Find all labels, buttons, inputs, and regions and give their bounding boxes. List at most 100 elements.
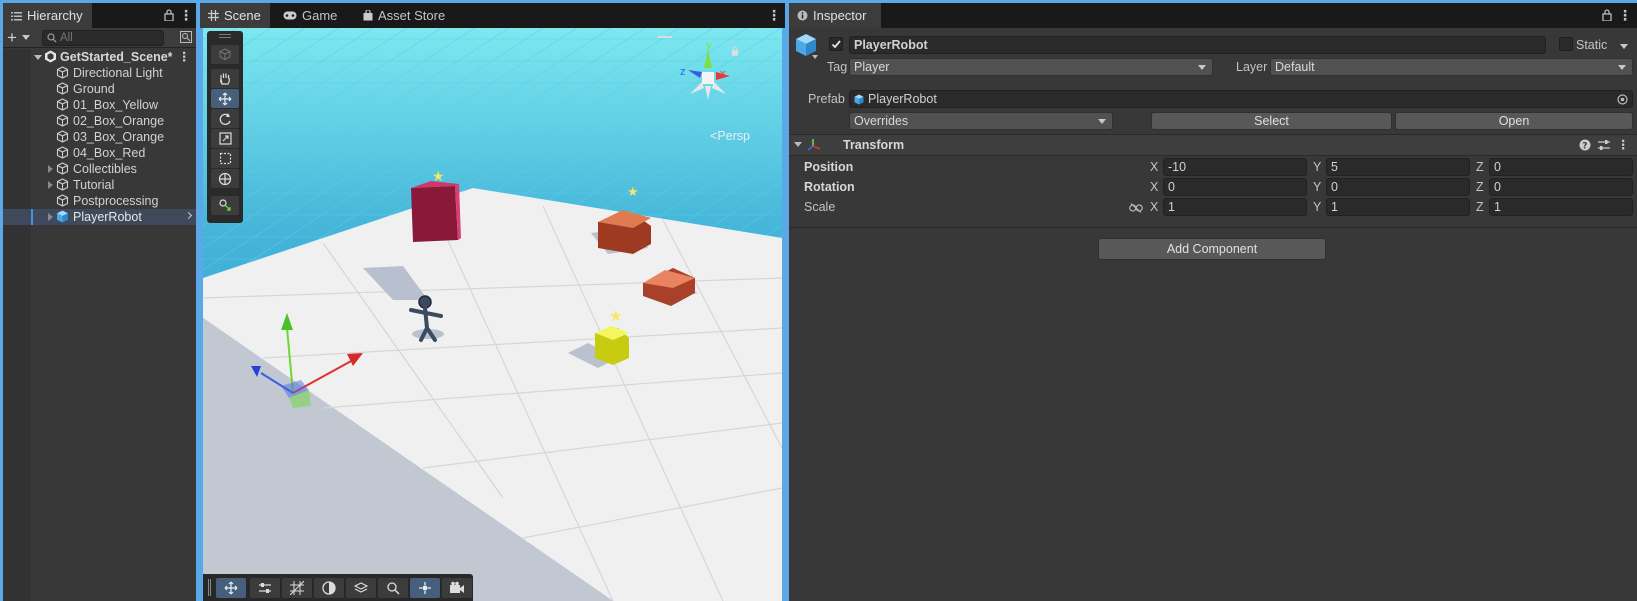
rect-tool-button[interactable] [211, 149, 239, 168]
move-arrows-icon [224, 581, 238, 595]
search-filter-icon[interactable] [180, 31, 192, 43]
inspector-menu-icon[interactable]: ⋮ [1618, 8, 1632, 22]
overrides-dropdown[interactable]: Overrides [849, 112, 1113, 130]
list-item[interactable]: Ground [3, 81, 196, 97]
add-icon[interactable]: + [7, 29, 17, 46]
tab-scene[interactable]: Scene [200, 3, 270, 28]
list-item[interactable]: 02_Box_Orange [3, 113, 196, 129]
orientation-gizmo[interactable]: y x z [658, 32, 758, 112]
scale-z-input[interactable]: 1 [1489, 198, 1633, 216]
scale-x-axis: X [1150, 200, 1159, 214]
tab-hierarchy-label: Hierarchy [27, 8, 83, 23]
preset-sliders-icon[interactable] [1597, 138, 1611, 152]
rotation-z-axis: Z [1476, 180, 1484, 194]
position-x-axis: X [1150, 160, 1159, 174]
constrain-proportions-link-icon[interactable] [1129, 203, 1143, 213]
prefab-value: PlayerRobot [868, 92, 937, 106]
transform-tool-button[interactable] [211, 169, 239, 188]
hand-tool-button[interactable] [211, 69, 239, 88]
red-box[interactable] [411, 186, 458, 242]
position-x-input[interactable]: -10 [1163, 158, 1307, 176]
list-item[interactable]: Tutorial [3, 177, 196, 193]
move-snap-button[interactable] [216, 578, 246, 598]
position-z-input[interactable]: 0 [1489, 158, 1633, 176]
list-item[interactable]: Collectibles [3, 161, 196, 177]
list-item[interactable]: 04_Box_Red [3, 145, 196, 161]
scene-menu-icon[interactable]: ⋮ [178, 49, 191, 64]
rotate-tool-button[interactable] [211, 109, 239, 128]
zoom-button[interactable] [378, 578, 408, 598]
lock-icon[interactable] [164, 9, 174, 21]
list-item[interactable]: Directional Light [3, 65, 196, 81]
list-item[interactable]: Postprocessing [3, 193, 196, 209]
expand-arrow-icon[interactable] [48, 165, 53, 173]
prefab-label: Prefab [808, 92, 845, 106]
move-tool-button[interactable] [211, 89, 239, 108]
list-icon [11, 11, 22, 20]
scene-tabbar: Scene Game Asset Store ⋮ [200, 3, 785, 28]
static-dropdown-chevron-icon[interactable] [1620, 44, 1628, 49]
list-item-selected[interactable]: PlayerRobot [3, 209, 196, 225]
prefab-asset-field[interactable]: PlayerRobot [849, 90, 1633, 108]
scale-tool-button[interactable] [211, 129, 239, 148]
component-menu-icon[interactable]: ⋮ [1617, 137, 1630, 152]
rotation-x-input[interactable]: 0 [1163, 178, 1307, 196]
scene-viewport[interactable]: ★ ★ ★ y x z <Persp [203, 28, 782, 601]
tab-asset-store[interactable]: Asset Store [355, 3, 453, 28]
gameobject-cube-icon [56, 98, 69, 111]
open-prefab-button[interactable]: Open [1395, 112, 1633, 130]
layer-dropdown[interactable]: Default [1270, 58, 1633, 76]
lock-icon[interactable] [1602, 9, 1612, 21]
transform-component-header[interactable]: Transform ? ⋮ [789, 134, 1637, 156]
expand-arrow-icon[interactable] [34, 55, 42, 60]
drag-handle-icon[interactable] [208, 579, 211, 596]
scale-x-input[interactable]: 1 [1163, 198, 1307, 216]
icon-dropdown-chevron-icon[interactable] [812, 55, 818, 59]
help-icon[interactable]: ? [1579, 139, 1591, 151]
static-checkbox[interactable] [1559, 37, 1573, 51]
hierarchy-menu-icon[interactable]: ⋮ [179, 8, 193, 22]
chevron-down-icon [1198, 65, 1206, 70]
list-item-label: 02_Box_Orange [73, 114, 165, 128]
scale-y-input[interactable]: 1 [1326, 198, 1470, 216]
expand-arrow-icon[interactable] [48, 181, 53, 189]
snap-settings-button[interactable] [250, 578, 280, 598]
pivot-icon [419, 582, 431, 594]
object-name-input[interactable]: PlayerRobot [849, 36, 1546, 54]
scene-camera-button[interactable] [442, 578, 472, 598]
rotation-y-input[interactable]: 0 [1326, 178, 1470, 196]
active-checkbox[interactable] [829, 37, 843, 51]
chevron-right-icon[interactable] [184, 211, 193, 220]
scene-root-row[interactable]: GetStarted_Scene* ⋮ [3, 49, 196, 65]
grid-snap-button[interactable] [282, 578, 312, 598]
rotation-z-input[interactable]: 0 [1489, 178, 1633, 196]
gizmo-menu-icon[interactable] [658, 36, 672, 38]
expand-arrow-icon[interactable] [48, 213, 53, 221]
gameobject-cube-icon [56, 66, 69, 79]
projection-toggle[interactable]: <Persp [710, 129, 750, 143]
position-y-input[interactable]: 5 [1326, 158, 1470, 176]
layers-button[interactable] [346, 578, 376, 598]
tab-hierarchy[interactable]: Hierarchy [3, 3, 92, 28]
drag-handle-icon[interactable] [219, 34, 231, 38]
select-prefab-button[interactable]: Select [1151, 112, 1392, 130]
add-dropdown-chevron-icon[interactable] [22, 35, 30, 40]
add-component-button[interactable]: Add Component [1098, 238, 1326, 260]
scale-label: Scale [804, 200, 836, 214]
scene-render[interactable]: ★ ★ ★ [203, 28, 782, 601]
transform-axes-icon [807, 139, 821, 151]
tab-game[interactable]: Game [275, 3, 345, 28]
scene-menu-icon[interactable]: ⋮ [767, 8, 781, 22]
gizmo-pivot-button[interactable] [410, 578, 440, 598]
hierarchy-search-input[interactable]: All [42, 30, 164, 46]
list-item[interactable]: 01_Box_Yellow [3, 97, 196, 113]
shading-mode-button[interactable] [314, 578, 344, 598]
tab-inspector[interactable]: Inspector [789, 3, 881, 28]
custom-tool-button[interactable] [211, 196, 239, 215]
tag-dropdown[interactable]: Player [849, 58, 1213, 76]
view-cube-button[interactable] [211, 45, 239, 64]
object-picker-icon[interactable] [1617, 94, 1628, 105]
foldout-arrow-icon[interactable] [794, 142, 802, 147]
list-item[interactable]: 03_Box_Orange [3, 129, 196, 145]
list-item-label: Ground [73, 82, 115, 96]
